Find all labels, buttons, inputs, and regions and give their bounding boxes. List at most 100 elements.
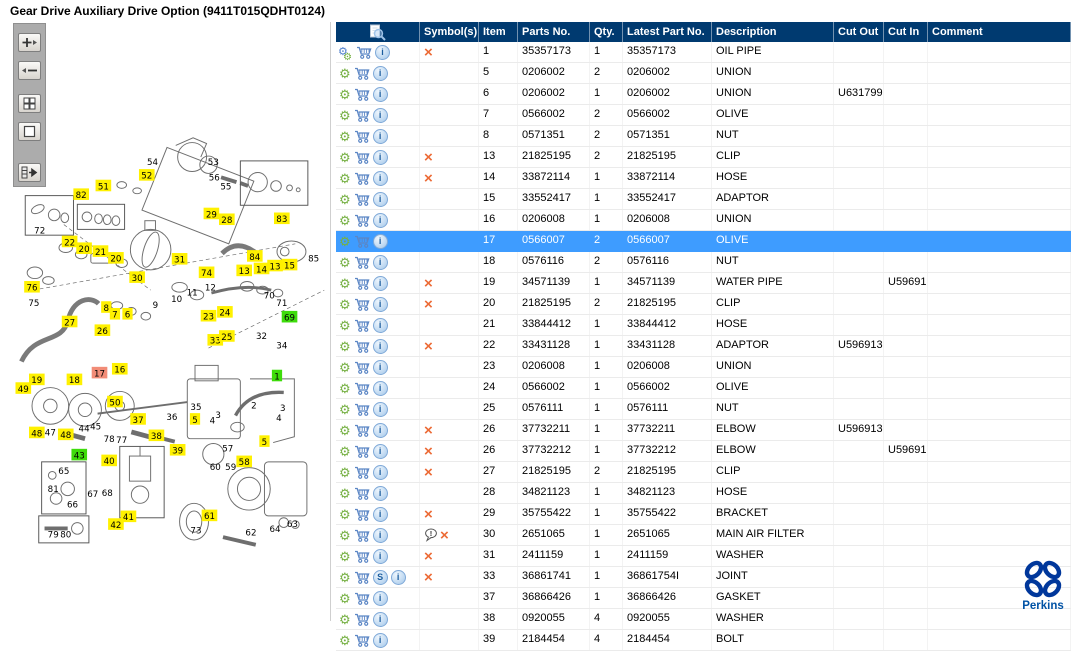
- diagram-label-1[interactable]: 1: [272, 370, 282, 383]
- diagram-label-48[interactable]: 48: [29, 427, 45, 440]
- info-icon[interactable]: i: [373, 465, 388, 480]
- table-row[interactable]: ⚙i2834821123134821123HOSE: [336, 483, 1071, 504]
- diagram-label-71[interactable]: 71: [276, 299, 287, 309]
- info-icon[interactable]: i: [373, 444, 388, 459]
- gear-icon[interactable]: ⚙: [339, 130, 351, 143]
- gear-icon[interactable]: ⚙: [339, 319, 351, 332]
- diagram-label-21[interactable]: 21: [93, 245, 109, 258]
- info-icon[interactable]: i: [373, 66, 388, 81]
- cart-icon[interactable]: [354, 424, 370, 437]
- table-row[interactable]: ⚙i8057135120571351NUT: [336, 126, 1071, 147]
- gear-icon[interactable]: ⚙: [339, 550, 351, 563]
- info-icon[interactable]: i: [373, 276, 388, 291]
- gear-icon[interactable]: ⚙: [339, 403, 351, 416]
- cart-icon[interactable]: [354, 298, 370, 311]
- table-row[interactable]: ⚙i7056600220566002OLIVE: [336, 105, 1071, 126]
- table-row[interactable]: ⚙i×31241115912411159WASHER: [336, 546, 1071, 567]
- s-icon[interactable]: S: [373, 570, 388, 585]
- diagram-label-58[interactable]: 58: [236, 456, 252, 469]
- table-row[interactable]: ⚙i3736866426136866426GASKET: [336, 588, 1071, 609]
- info-icon[interactable]: i: [373, 549, 388, 564]
- diagram-label-48[interactable]: 48: [58, 429, 74, 442]
- info-icon[interactable]: i: [373, 150, 388, 165]
- table-row[interactable]: ⚙i×2935755422135755422BRACKET: [336, 504, 1071, 525]
- diagram-label-53[interactable]: 53: [208, 158, 219, 168]
- diagram-label-38[interactable]: 38: [149, 430, 165, 443]
- table-row[interactable]: ⚙i×2021825195221825195CLIP: [336, 294, 1071, 315]
- cart-icon[interactable]: [354, 193, 370, 206]
- info-icon[interactable]: i: [373, 633, 388, 648]
- cart-icon[interactable]: [354, 445, 370, 458]
- gear-icon[interactable]: ⚙: [339, 256, 351, 269]
- cart-icon[interactable]: [354, 571, 370, 584]
- gear-icon[interactable]: ⚙: [339, 172, 351, 185]
- table-row[interactable]: ⚙i2133844412133844412HOSE: [336, 315, 1071, 336]
- gear-icon[interactable]: ⚙: [339, 214, 351, 227]
- info-icon[interactable]: i: [373, 255, 388, 270]
- diagram-label-83[interactable]: 83: [274, 213, 290, 226]
- diagram-label-13[interactable]: 13: [236, 265, 252, 278]
- diagram-label-19[interactable]: 19: [29, 374, 45, 387]
- diagram-label-36[interactable]: 36: [166, 413, 177, 423]
- gear-icon[interactable]: ⚙: [339, 445, 351, 458]
- diagram-label-15[interactable]: 15: [282, 259, 298, 272]
- cart-icon[interactable]: [354, 529, 370, 542]
- gear-icon[interactable]: ⚙: [339, 529, 351, 542]
- diagram-label-82[interactable]: 82: [73, 188, 89, 201]
- table-row[interactable]: ⚙i39218445442184454BOLT: [336, 630, 1071, 651]
- diagram-label-39[interactable]: 39: [170, 444, 186, 457]
- diagram-label-73[interactable]: 73: [190, 527, 201, 537]
- tile-view-button[interactable]: [18, 94, 41, 113]
- cart-icon[interactable]: [354, 634, 370, 647]
- cart-icon[interactable]: [354, 487, 370, 500]
- info-icon[interactable]: i: [375, 45, 390, 60]
- diagram-label-9[interactable]: 9: [153, 301, 159, 311]
- info-icon[interactable]: i: [373, 234, 388, 249]
- diagram-label-70[interactable]: 70: [264, 291, 275, 301]
- diagram-label-35[interactable]: 35: [190, 403, 201, 413]
- zoom-out-button[interactable]: [18, 61, 41, 80]
- diagram-label-50[interactable]: 50: [107, 396, 123, 409]
- diagram-label-4[interactable]: 4: [210, 417, 216, 427]
- info-icon[interactable]: i: [373, 360, 388, 375]
- diagram-label-60[interactable]: 60: [210, 463, 221, 473]
- info-icon[interactable]: i: [373, 381, 388, 396]
- diagram-label-76[interactable]: 76: [24, 281, 40, 294]
- cart-icon[interactable]: [354, 361, 370, 374]
- gear-icon[interactable]: ⚙: [339, 424, 351, 437]
- diagram-label-56[interactable]: 56: [209, 174, 220, 184]
- gear-icon[interactable]: ⚙: [339, 193, 351, 206]
- gear-icon[interactable]: ⚙: [339, 298, 351, 311]
- table-row[interactable]: ⚙i×1433872114133872114HOSE: [336, 168, 1071, 189]
- table-row[interactable]: ⚙i×1321825195221825195CLIP: [336, 147, 1071, 168]
- gear-icon[interactable]: ⚙: [339, 151, 351, 164]
- diagram-label-54[interactable]: 54: [147, 158, 159, 168]
- info-icon[interactable]: i: [373, 297, 388, 312]
- gears-icon[interactable]: ⚙⚙: [339, 45, 353, 60]
- table-row[interactable]: ⚙i×2721825195221825195CLIP: [336, 462, 1071, 483]
- table-row[interactable]: ⚙i×2637732211137732211ELBOWU5969130: [336, 420, 1071, 441]
- table-row-selected[interactable]: ⚙i17056600720566007OLIVE: [336, 231, 1071, 252]
- table-row[interactable]: ⚙i25057611110576111NUT: [336, 399, 1071, 420]
- info-icon[interactable]: i: [373, 339, 388, 354]
- gear-icon[interactable]: ⚙: [339, 634, 351, 647]
- diagram-label-24[interactable]: 24: [217, 306, 233, 319]
- diagram-label-34[interactable]: 34: [276, 342, 288, 352]
- diagram-label-28[interactable]: 28: [219, 213, 235, 226]
- diagram-label-31[interactable]: 31: [172, 253, 188, 266]
- cart-icon[interactable]: [354, 88, 370, 101]
- diagram-label-78[interactable]: 78: [104, 435, 115, 445]
- table-row[interactable]: ⚙Si×3336861741136861754IJOINT: [336, 567, 1071, 588]
- table-row[interactable]: ⚙i×2637732212137732212ELBOWU59691: [336, 441, 1071, 462]
- diagram-label-6[interactable]: 6: [122, 308, 132, 321]
- info-icon[interactable]: i: [373, 423, 388, 438]
- cart-icon[interactable]: [354, 151, 370, 164]
- diagram-label-11[interactable]: 11: [187, 288, 198, 298]
- gear-icon[interactable]: ⚙: [339, 109, 351, 122]
- diagram-label-85[interactable]: 85: [308, 255, 319, 265]
- diagram-label-81[interactable]: 81: [48, 485, 59, 495]
- table-row[interactable]: ⚙i×1934571139134571139WATER PIPEU59691: [336, 273, 1071, 294]
- cart-icon[interactable]: [354, 67, 370, 80]
- diagram-label-32[interactable]: 32: [256, 332, 267, 342]
- info-icon[interactable]: i: [373, 192, 388, 207]
